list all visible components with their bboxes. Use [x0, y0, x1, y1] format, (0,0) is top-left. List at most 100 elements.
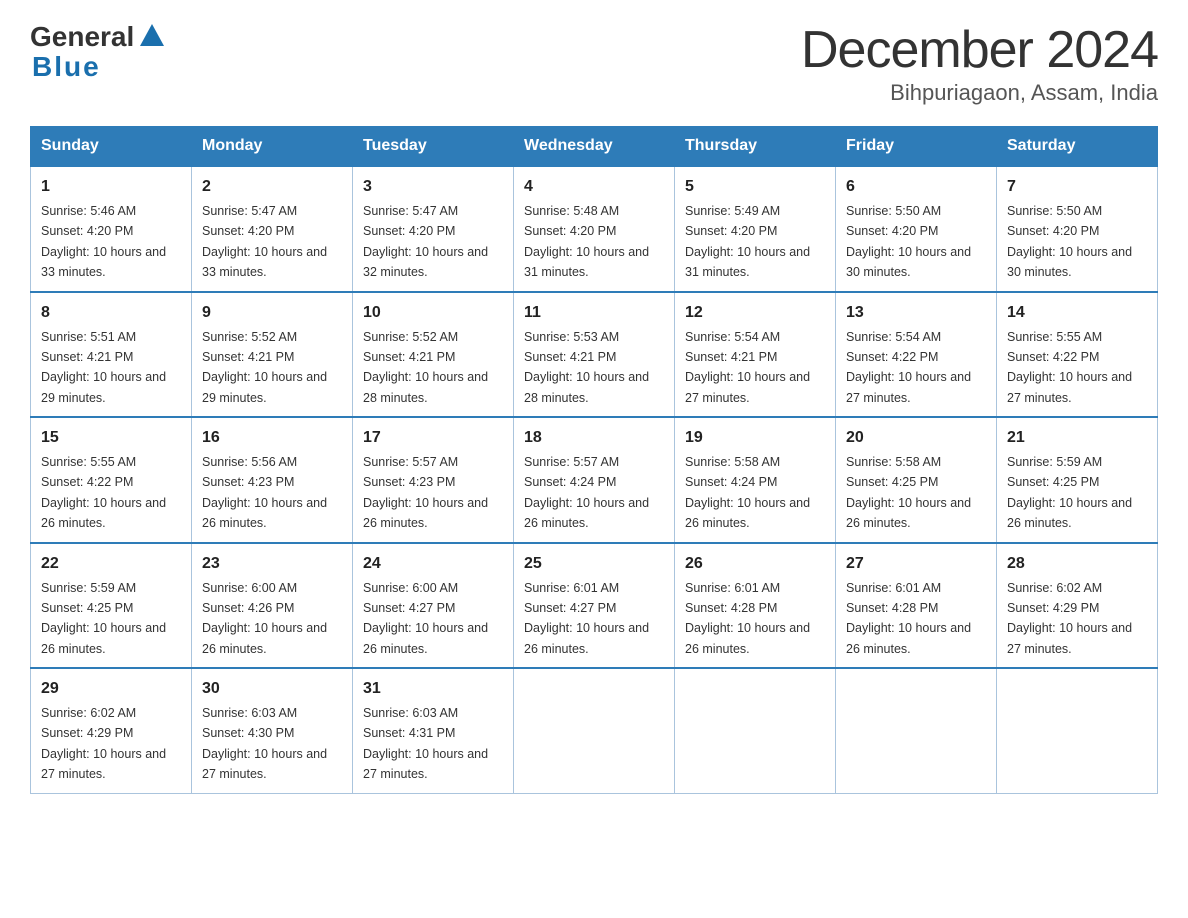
day-number: 24: [363, 552, 503, 576]
table-row: 26 Sunrise: 6:01 AMSunset: 4:28 PMDaylig…: [675, 543, 836, 669]
day-info: Sunrise: 5:47 AMSunset: 4:20 PMDaylight:…: [202, 204, 327, 279]
calendar-week-row: 1 Sunrise: 5:46 AMSunset: 4:20 PMDayligh…: [31, 166, 1158, 292]
table-row: 31 Sunrise: 6:03 AMSunset: 4:31 PMDaylig…: [353, 668, 514, 793]
day-info: Sunrise: 6:02 AMSunset: 4:29 PMDaylight:…: [41, 706, 166, 781]
day-info: Sunrise: 5:57 AMSunset: 4:24 PMDaylight:…: [524, 455, 649, 530]
day-number: 14: [1007, 301, 1147, 325]
logo: General Blue: [30, 20, 166, 83]
day-info: Sunrise: 5:59 AMSunset: 4:25 PMDaylight:…: [1007, 455, 1132, 530]
table-row: 25 Sunrise: 6:01 AMSunset: 4:27 PMDaylig…: [514, 543, 675, 669]
calendar-header-row: Sunday Monday Tuesday Wednesday Thursday…: [31, 127, 1158, 167]
day-number: 22: [41, 552, 181, 576]
day-info: Sunrise: 5:50 AMSunset: 4:20 PMDaylight:…: [846, 204, 971, 279]
day-info: Sunrise: 6:02 AMSunset: 4:29 PMDaylight:…: [1007, 581, 1132, 656]
day-number: 5: [685, 175, 825, 199]
col-tuesday: Tuesday: [353, 127, 514, 167]
col-saturday: Saturday: [997, 127, 1158, 167]
day-number: 19: [685, 426, 825, 450]
logo-arrow-icon: [138, 22, 166, 53]
day-info: Sunrise: 5:53 AMSunset: 4:21 PMDaylight:…: [524, 330, 649, 405]
day-number: 28: [1007, 552, 1147, 576]
calendar-week-row: 8 Sunrise: 5:51 AMSunset: 4:21 PMDayligh…: [31, 292, 1158, 418]
day-number: 29: [41, 677, 181, 701]
table-row: 18 Sunrise: 5:57 AMSunset: 4:24 PMDaylig…: [514, 417, 675, 543]
day-number: 11: [524, 301, 664, 325]
table-row: [836, 668, 997, 793]
table-row: 13 Sunrise: 5:54 AMSunset: 4:22 PMDaylig…: [836, 292, 997, 418]
day-number: 23: [202, 552, 342, 576]
day-info: Sunrise: 5:52 AMSunset: 4:21 PMDaylight:…: [363, 330, 488, 405]
day-info: Sunrise: 5:54 AMSunset: 4:22 PMDaylight:…: [846, 330, 971, 405]
day-number: 27: [846, 552, 986, 576]
col-friday: Friday: [836, 127, 997, 167]
day-number: 10: [363, 301, 503, 325]
table-row: 3 Sunrise: 5:47 AMSunset: 4:20 PMDayligh…: [353, 166, 514, 292]
month-year-title: December 2024: [801, 20, 1158, 80]
col-thursday: Thursday: [675, 127, 836, 167]
day-info: Sunrise: 6:01 AMSunset: 4:28 PMDaylight:…: [685, 581, 810, 656]
day-info: Sunrise: 5:58 AMSunset: 4:24 PMDaylight:…: [685, 455, 810, 530]
table-row: 5 Sunrise: 5:49 AMSunset: 4:20 PMDayligh…: [675, 166, 836, 292]
location-subtitle: Bihpuriagaon, Assam, India: [801, 80, 1158, 106]
day-number: 30: [202, 677, 342, 701]
day-info: Sunrise: 5:52 AMSunset: 4:21 PMDaylight:…: [202, 330, 327, 405]
day-number: 8: [41, 301, 181, 325]
day-number: 17: [363, 426, 503, 450]
day-number: 3: [363, 175, 503, 199]
logo-general-text: General: [30, 21, 134, 53]
table-row: 12 Sunrise: 5:54 AMSunset: 4:21 PMDaylig…: [675, 292, 836, 418]
day-number: 6: [846, 175, 986, 199]
table-row: [675, 668, 836, 793]
day-number: 21: [1007, 426, 1147, 450]
day-info: Sunrise: 6:01 AMSunset: 4:28 PMDaylight:…: [846, 581, 971, 656]
day-info: Sunrise: 5:50 AMSunset: 4:20 PMDaylight:…: [1007, 204, 1132, 279]
day-info: Sunrise: 5:49 AMSunset: 4:20 PMDaylight:…: [685, 204, 810, 279]
day-info: Sunrise: 5:47 AMSunset: 4:20 PMDaylight:…: [363, 204, 488, 279]
calendar-week-row: 22 Sunrise: 5:59 AMSunset: 4:25 PMDaylig…: [31, 543, 1158, 669]
table-row: 17 Sunrise: 5:57 AMSunset: 4:23 PMDaylig…: [353, 417, 514, 543]
day-number: 7: [1007, 175, 1147, 199]
day-info: Sunrise: 5:56 AMSunset: 4:23 PMDaylight:…: [202, 455, 327, 530]
table-row: 4 Sunrise: 5:48 AMSunset: 4:20 PMDayligh…: [514, 166, 675, 292]
table-row: 2 Sunrise: 5:47 AMSunset: 4:20 PMDayligh…: [192, 166, 353, 292]
table-row: 9 Sunrise: 5:52 AMSunset: 4:21 PMDayligh…: [192, 292, 353, 418]
page-header: General Blue December 2024 Bihpuriagaon,…: [30, 20, 1158, 106]
day-info: Sunrise: 5:54 AMSunset: 4:21 PMDaylight:…: [685, 330, 810, 405]
day-info: Sunrise: 5:46 AMSunset: 4:20 PMDaylight:…: [41, 204, 166, 279]
calendar-week-row: 15 Sunrise: 5:55 AMSunset: 4:22 PMDaylig…: [31, 417, 1158, 543]
day-info: Sunrise: 5:51 AMSunset: 4:21 PMDaylight:…: [41, 330, 166, 405]
day-number: 9: [202, 301, 342, 325]
table-row: 1 Sunrise: 5:46 AMSunset: 4:20 PMDayligh…: [31, 166, 192, 292]
table-row: 21 Sunrise: 5:59 AMSunset: 4:25 PMDaylig…: [997, 417, 1158, 543]
day-info: Sunrise: 6:00 AMSunset: 4:27 PMDaylight:…: [363, 581, 488, 656]
day-info: Sunrise: 5:48 AMSunset: 4:20 PMDaylight:…: [524, 204, 649, 279]
day-info: Sunrise: 5:58 AMSunset: 4:25 PMDaylight:…: [846, 455, 971, 530]
day-number: 12: [685, 301, 825, 325]
day-info: Sunrise: 6:01 AMSunset: 4:27 PMDaylight:…: [524, 581, 649, 656]
day-info: Sunrise: 6:03 AMSunset: 4:30 PMDaylight:…: [202, 706, 327, 781]
table-row: 15 Sunrise: 5:55 AMSunset: 4:22 PMDaylig…: [31, 417, 192, 543]
day-number: 31: [363, 677, 503, 701]
day-number: 13: [846, 301, 986, 325]
day-info: Sunrise: 5:55 AMSunset: 4:22 PMDaylight:…: [41, 455, 166, 530]
day-number: 16: [202, 426, 342, 450]
day-number: 25: [524, 552, 664, 576]
table-row: 8 Sunrise: 5:51 AMSunset: 4:21 PMDayligh…: [31, 292, 192, 418]
day-number: 1: [41, 175, 181, 199]
table-row: 6 Sunrise: 5:50 AMSunset: 4:20 PMDayligh…: [836, 166, 997, 292]
table-row: 30 Sunrise: 6:03 AMSunset: 4:30 PMDaylig…: [192, 668, 353, 793]
table-row: 23 Sunrise: 6:00 AMSunset: 4:26 PMDaylig…: [192, 543, 353, 669]
day-info: Sunrise: 6:03 AMSunset: 4:31 PMDaylight:…: [363, 706, 488, 781]
day-number: 2: [202, 175, 342, 199]
table-row: 29 Sunrise: 6:02 AMSunset: 4:29 PMDaylig…: [31, 668, 192, 793]
day-number: 18: [524, 426, 664, 450]
table-row: 22 Sunrise: 5:59 AMSunset: 4:25 PMDaylig…: [31, 543, 192, 669]
table-row: [997, 668, 1158, 793]
calendar-week-row: 29 Sunrise: 6:02 AMSunset: 4:29 PMDaylig…: [31, 668, 1158, 793]
logo-blue-text: Blue: [32, 51, 101, 83]
table-row: [514, 668, 675, 793]
col-sunday: Sunday: [31, 127, 192, 167]
table-row: 19 Sunrise: 5:58 AMSunset: 4:24 PMDaylig…: [675, 417, 836, 543]
day-number: 26: [685, 552, 825, 576]
calendar-table: Sunday Monday Tuesday Wednesday Thursday…: [30, 126, 1158, 794]
